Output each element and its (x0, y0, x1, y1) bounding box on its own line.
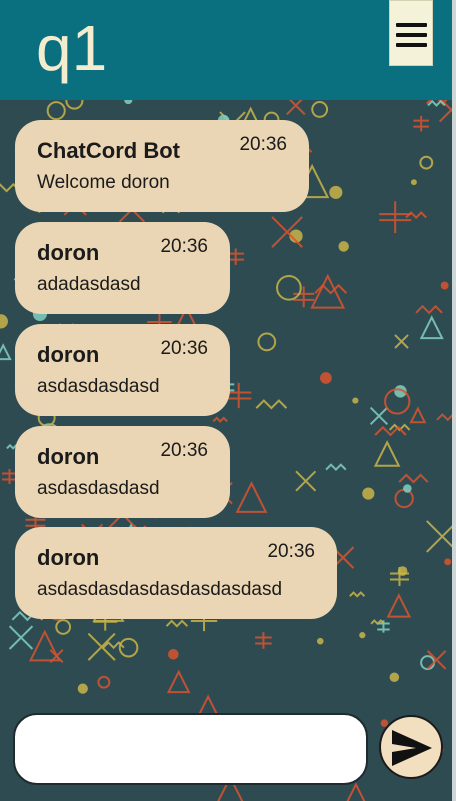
chat-messages[interactable]: ChatCord Bot 20:36 Welcome doron doron 2… (0, 100, 452, 706)
room-name: q1 (36, 12, 108, 84)
message-username: doron (37, 240, 100, 265)
send-button[interactable] (379, 715, 443, 779)
message-username: ChatCord Bot (37, 138, 180, 163)
message-username: doron (37, 444, 100, 469)
message: doron 20:36 adadasdasd (15, 222, 230, 314)
message: doron 20:36 asdasdasdasd (15, 426, 230, 518)
message-time: 20:36 (239, 134, 287, 155)
message-time: 20:36 (267, 541, 315, 562)
menu-button[interactable] (389, 0, 433, 66)
message-input[interactable] (13, 713, 368, 785)
chat-app: q1 ChatCord Bot 20:36 Welcome doron doro… (0, 0, 452, 801)
message: doron 20:36 asdasdasdasdasdasdasdasd (15, 527, 337, 619)
message-text: Welcome doron (37, 172, 170, 193)
message: ChatCord Bot 20:36 Welcome doron (15, 120, 309, 212)
send-arrow-icon (392, 730, 432, 766)
message-time: 20:36 (160, 236, 208, 257)
message-time: 20:36 (160, 440, 208, 461)
message-text: asdasdasdasd (37, 478, 160, 499)
message-text: asdasdasdasd (37, 376, 160, 397)
message-text: asdasdasdasdasdasdasdasd (37, 579, 283, 600)
message-username: doron (37, 545, 100, 570)
message-text: adadasdasd (37, 274, 141, 295)
message-composer (0, 706, 452, 801)
message-time: 20:36 (160, 338, 208, 359)
chat-header: q1 (0, 0, 452, 100)
message: doron 20:36 asdasdasdasd (15, 324, 230, 416)
window-edge (452, 0, 456, 801)
message-username: doron (37, 342, 100, 367)
